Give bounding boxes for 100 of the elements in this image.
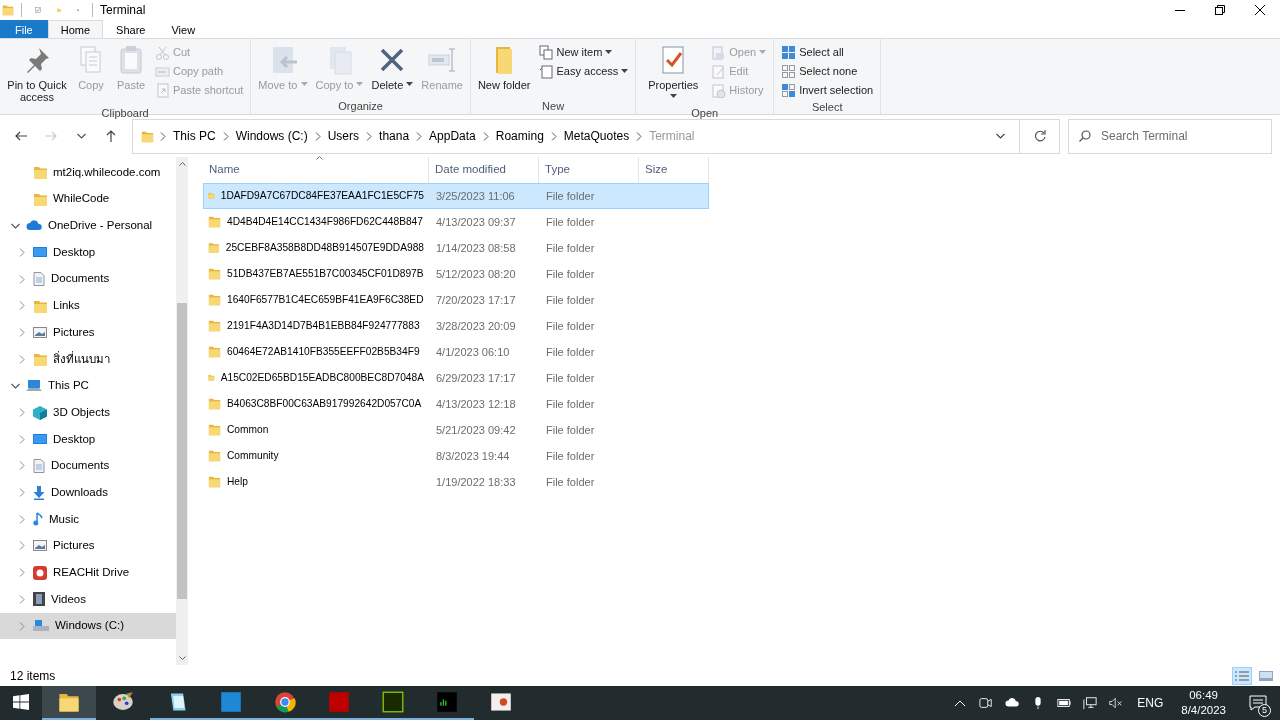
ribbon-tab[interactable]: File (0, 20, 48, 38)
nav-item[interactable]: WhileCode (0, 185, 176, 213)
breadcrumb[interactable]: This PC (172, 127, 217, 145)
file-type: File folder (546, 241, 595, 254)
palette-icon (112, 691, 134, 713)
chevron-right-icon (19, 514, 25, 524)
nav-item[interactable]: REACHit Drive (0, 559, 176, 586)
address-bar[interactable]: This PC Windows (C:) Users thana AppData Roaming MetaQuotes Terminal (132, 118, 1020, 154)
date-modified: 4/13/2023 12:18 (436, 397, 516, 410)
window-title: Terminal (100, 2, 146, 19)
chevron-right-icon (19, 327, 25, 337)
nav-item[interactable]: Desktop (0, 239, 176, 266)
monitor-icon (33, 433, 47, 445)
caret-icon (605, 49, 613, 55)
nav-item[interactable]: สิ่งที่แนบมา (0, 345, 176, 373)
caret-icon (300, 82, 308, 88)
file-type: File folder (546, 397, 595, 410)
chevron-right-icon (19, 461, 25, 471)
breadcrumb[interactable]: thana (378, 127, 411, 145)
chevron-right-icon (19, 408, 25, 418)
nav-item[interactable]: Downloads (0, 479, 176, 506)
ribbon-button[interactable]: Pin to Quick access (4, 42, 70, 105)
file-row[interactable]: 51DB437EB7AE551B7C00345CF01D897B 5/12/2023 08:20 File folder (203, 261, 709, 287)
ribbon-button[interactable]: Easy access (535, 62, 632, 80)
view-button[interactable] (1232, 666, 1252, 685)
scrollbar[interactable] (176, 157, 188, 665)
nav-item[interactable]: Documents (0, 265, 176, 293)
file-row[interactable]: 60464E72AB1410FB355EEFF02B5B34F9 4/1/2023 06:10 File folder (203, 339, 709, 365)
picture-icon (33, 540, 47, 552)
nav-item[interactable]: Pictures (0, 319, 176, 346)
picture-icon (33, 326, 47, 338)
file-row[interactable]: 25CEBF8A358B8DD48B914507E9DDA988 1/14/2023 08:58 File folder (203, 235, 709, 261)
nav-item[interactable]: 3D Objects (0, 399, 176, 426)
chevron-right-icon (19, 301, 25, 311)
network-icon (1083, 695, 1098, 711)
chevron-right-icon (636, 131, 643, 141)
notification-button[interactable]: 5 (1236, 686, 1280, 720)
breadcrumb[interactable]: Roaming (494, 127, 545, 145)
chevron-down-icon (76, 133, 86, 139)
ribbon-tab[interactable]: View (158, 20, 209, 38)
file-row[interactable]: 2191F4A3D14D7B4B1EBB84F924777883 3/28/2023 20:09 File folder (203, 313, 709, 339)
breadcrumb[interactable]: MetaQuotes (562, 127, 631, 145)
file-row[interactable]: 1640F6577B1C4EC659BF41EA9F6C38ED 7/20/2023 17:17 File folder (203, 287, 709, 313)
document-icon (33, 458, 45, 473)
date-modified: 4/13/2023 09:37 (436, 215, 516, 228)
nav-item[interactable]: mt2iq.whilecode.com (0, 159, 176, 186)
arrow-left-icon (15, 131, 27, 141)
file-name: Community (227, 449, 279, 464)
folder-icon (208, 293, 221, 307)
file-row[interactable]: B4063C8BF00C63AB917992642D057C0A 4/13/2023 12:18 File folder (203, 391, 709, 417)
nav-item[interactable]: Documents (0, 452, 176, 480)
chevron-right-icon (160, 131, 166, 141)
nav-item[interactable]: Music (0, 505, 176, 533)
folder-icon (208, 319, 221, 333)
refresh-button[interactable] (1020, 118, 1060, 154)
chevron-right-icon (550, 131, 557, 141)
ribbon-button[interactable]: Select none (778, 62, 877, 80)
ribbon-button[interactable]: Invert selection (778, 81, 877, 99)
nav-item[interactable]: Pictures (0, 532, 176, 560)
date-modified: 1/19/2022 18:33 (436, 475, 516, 488)
nav-item[interactable]: Desktop (0, 425, 176, 453)
nav-item[interactable]: Links (0, 292, 176, 320)
file-row[interactable]: 1DAFD9A7C67DC84FE37EAA1FC1E5CF75 3/25/2023 11:06 File folder (203, 183, 709, 209)
nav-item[interactable]: Windows (C:) (0, 612, 176, 640)
group-label: Organize (337, 99, 384, 114)
ribbon-tab[interactable]: Home (47, 20, 104, 38)
ribbon-button[interactable]: New item (535, 43, 632, 61)
breadcrumb[interactable]: Users (326, 127, 361, 145)
file-type: File folder (546, 267, 595, 280)
breadcrumb[interactable]: AppData (428, 127, 477, 145)
folder-icon (208, 267, 221, 281)
breadcrumb[interactable]: Windows (C:) (234, 127, 309, 145)
ribbon-button[interactable]: Delete (368, 42, 417, 98)
file-type: File folder (546, 475, 595, 488)
file-row[interactable]: Help 1/19/2022 18:33 File folder (203, 469, 709, 495)
chevron-right-icon (19, 621, 25, 631)
search-field[interactable]: Search Terminal (1068, 118, 1272, 154)
file-name: Common (227, 423, 269, 438)
clock-button[interactable]: 06:49 8/4/2023 (1171, 688, 1236, 718)
file-row[interactable]: 4D4B4D4E14CC1434F986FD62C448B847 4/13/2023 09:37 File folder (203, 209, 709, 235)
file-type: File folder (546, 345, 595, 358)
taskbar-app[interactable] (42, 686, 96, 720)
search-icon (1079, 129, 1091, 142)
ribbon-button[interactable]: Properties (640, 42, 707, 105)
input-language-button[interactable]: ENG (1129, 686, 1172, 720)
ribbon-button[interactable]: Select all (778, 43, 877, 61)
file-row[interactable]: A15C02ED65BD15EADBC800BEC8D7048A 6/29/2023 17:17 File folder (203, 365, 709, 391)
camera-icon (979, 695, 994, 711)
folder-icon (208, 423, 221, 437)
ribbon-tab[interactable]: Share (103, 20, 159, 38)
computer-icon (26, 379, 42, 392)
nav-item[interactable]: Videos (0, 586, 176, 613)
arrow-up-icon (106, 130, 116, 142)
chevron-down-icon (10, 382, 20, 389)
nav-item[interactable]: OneDrive - Personal (0, 212, 176, 240)
caret-icon (356, 82, 364, 88)
file-row[interactable]: Community 8/3/2023 19:44 File folder (203, 443, 709, 469)
ribbon-button[interactable]: New folder (474, 42, 534, 98)
file-row[interactable]: Common 5/21/2023 09:42 File folder (203, 417, 709, 443)
nav-item[interactable]: This PC (0, 372, 176, 400)
